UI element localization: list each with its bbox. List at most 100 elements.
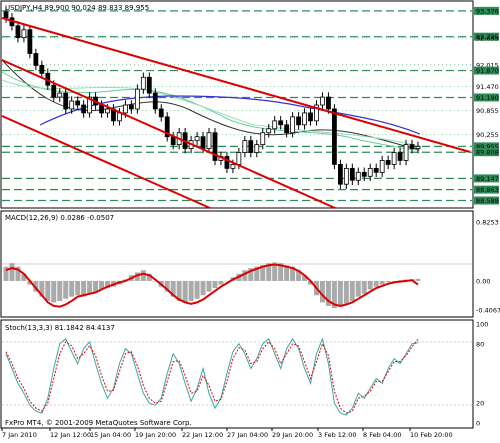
candle-body [272, 120, 278, 130]
price-axis-label: 89.808 [476, 149, 499, 157]
stoch-axis: 100 80 20 0 [476, 321, 488, 428]
macd-axis-label: -0.4067 [476, 307, 500, 315]
candle-body [57, 92, 63, 98]
macd-bar [51, 280, 57, 303]
candle-body [391, 152, 397, 165]
candle-body [343, 167, 349, 185]
macd-bar [63, 280, 69, 299]
candle-body [152, 92, 158, 110]
time-axis-label: 15 Jan 04:00 [90, 431, 131, 439]
time-axis-label: 8 Feb 04:00 [363, 431, 402, 439]
time-axis-label: 3 Feb 12:00 [318, 431, 357, 439]
time-axis-label: 10 Feb 20:00 [410, 431, 453, 439]
time-axis: 7 Jan 2010 12 Jan 12:0015 Jan 04:00 19 Jan… [1, 428, 453, 439]
macd-bar [57, 280, 63, 301]
candle-body [69, 100, 75, 110]
candle-body [75, 100, 81, 106]
candle-body [39, 64, 45, 74]
candle-body [63, 92, 69, 110]
macd-axis-label: 0.8253 [476, 219, 499, 227]
macd-panel-header: MACD(12,26,9) 0.0286 -0.0507 [5, 214, 114, 222]
candle-body [409, 144, 415, 149]
macd-bar [9, 263, 15, 281]
time-axis-label: 27 Jan 04:00 [227, 431, 268, 439]
time-axis-label: 29 Jan 20:00 [272, 431, 313, 439]
macd-bar [385, 280, 391, 283]
candle-body [105, 108, 110, 114]
stoch-axis-label: 20 [476, 400, 484, 408]
macd-panel[interactable]: MACD(12,26,9) 0.0286 -0.0507 0.8253 0.00 -… [0, 210, 500, 318]
macd-bar [45, 280, 51, 301]
stoch-panel-header: Stoch(13,3,3) 81.1842 84.4137 [5, 324, 115, 332]
candle-body [266, 128, 272, 134]
candle-body [230, 164, 236, 169]
candle-body [385, 160, 391, 165]
main-panel-header: USDJPY,H4 89.900 90.024 89.833 89.955 [5, 4, 149, 12]
candle-body [146, 76, 152, 94]
candle-body [21, 29, 27, 39]
candle-body [296, 116, 301, 126]
price-axis-label: 93.376 [476, 7, 499, 15]
candle-body [33, 53, 39, 66]
macd-bar [93, 280, 99, 292]
candle-body [242, 140, 248, 153]
candle-body [379, 160, 385, 173]
time-axis-label: 22 Jan 12:00 [182, 431, 223, 439]
price-axis-label: 91.470 [476, 83, 499, 91]
macd-bar [373, 280, 379, 287]
price-axis-label: 90.255 [476, 131, 499, 139]
macd-bar [337, 280, 343, 307]
candle-body [128, 104, 134, 110]
metatrader-chart-window: USDJPY,H4 89.900 90.024 89.833 89.955 92… [0, 0, 500, 439]
candle-body [284, 124, 290, 134]
price-axis-label: 88.588 [476, 197, 499, 205]
candle-body [308, 112, 313, 122]
macd-bar [212, 280, 218, 289]
candle-body [200, 136, 206, 149]
candle-body [403, 144, 409, 161]
candle-body [290, 116, 296, 134]
copyright-text: FxPro MT4, © 2001-2009 MetaQuotes Softwa… [5, 419, 192, 427]
candle-body [206, 132, 212, 149]
candle-body [349, 167, 355, 181]
main-price-panel[interactable]: USDJPY,H4 89.900 90.024 89.833 89.955 92… [0, 0, 499, 209]
candle-body [134, 88, 140, 110]
macd-bar [140, 270, 146, 281]
chart-canvas: USDJPY,H4 89.900 90.024 89.833 89.955 92… [0, 0, 500, 439]
price-axis-label: 89.147 [476, 175, 499, 183]
macd-bar [206, 280, 212, 292]
price-axis-label: 91.870 [476, 67, 499, 75]
macd-bar [361, 280, 367, 294]
time-axis-label: 12 Jan 12:00 [50, 431, 91, 439]
candle-body [302, 112, 307, 126]
macd-bar [194, 280, 200, 299]
candle-body [367, 167, 373, 177]
macd-bar [343, 280, 349, 304]
macd-bar [182, 280, 188, 303]
candle-body [373, 167, 379, 173]
candle-body [81, 104, 87, 114]
price-axis: 92.72593.37692.69592.01591.87091.47091.1… [474, 6, 499, 205]
stochastic-panel[interactable]: Stoch(13,3,3) 81.1842 84.4137 100 80 20 0 F… [0, 319, 488, 429]
macd-axis: 0.8253 0.00 -0.4067 [476, 219, 500, 315]
macd-bar [367, 280, 373, 290]
macd-bar [87, 280, 93, 294]
time-axis-label: 19 Jan 20:00 [135, 431, 176, 439]
candle-body [99, 104, 104, 114]
candle-body [123, 104, 128, 114]
macd-bar [379, 280, 385, 285]
candle-body [27, 29, 33, 54]
macd-bar [75, 280, 81, 296]
candle-body [117, 112, 122, 122]
candle-body [326, 96, 331, 110]
time-axis-label: 7 Jan 2010 [2, 431, 37, 439]
candle-body [397, 152, 403, 161]
price-axis-label: 90.855 [476, 107, 499, 115]
price-axis-label: 92.695 [476, 34, 499, 42]
stoch-axis-label: 100 [476, 321, 488, 329]
candle-body [260, 132, 266, 146]
candle-body [278, 120, 284, 126]
macd-bar [69, 280, 75, 297]
candle-body [158, 108, 164, 118]
candle-body [15, 25, 21, 39]
